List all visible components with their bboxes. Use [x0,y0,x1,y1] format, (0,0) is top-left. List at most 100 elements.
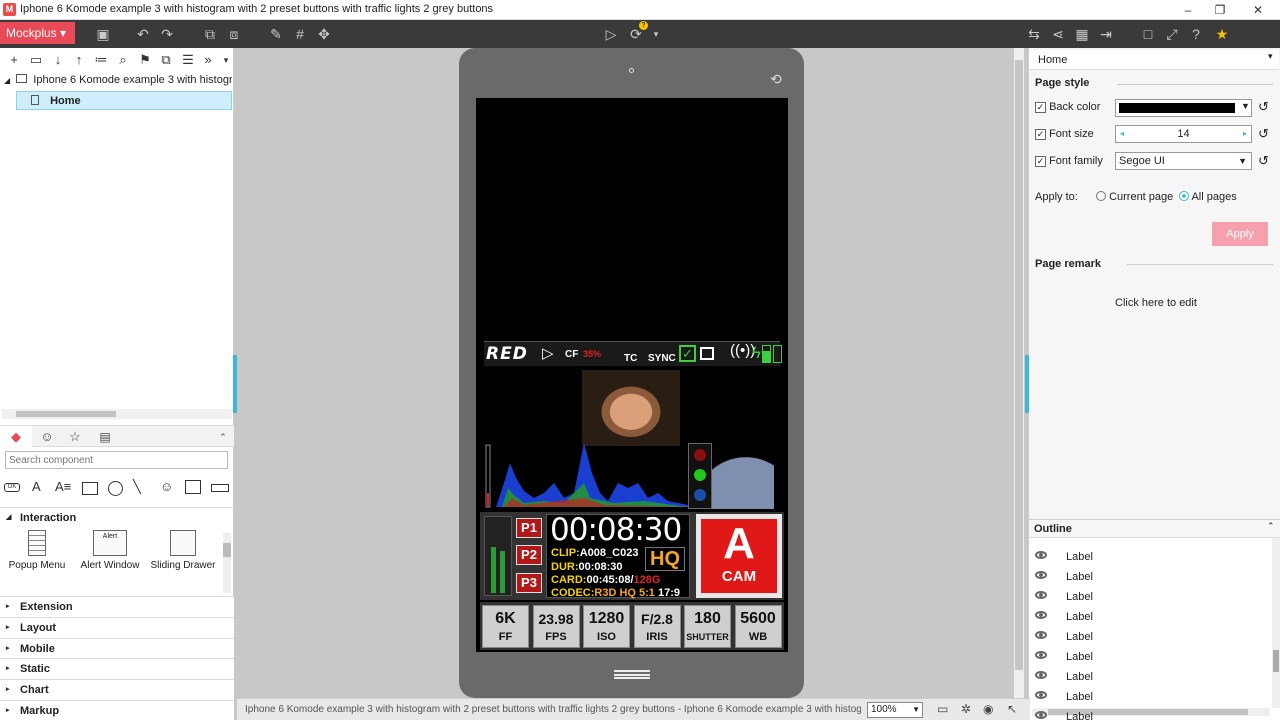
tab-favorites-icon[interactable]: ☆ [64,426,86,448]
undo-icon[interactable]: ↶ [133,24,153,44]
collapse-icon[interactable]: ▾ [1268,51,1273,62]
close-icon[interactable]: ✕ [1250,2,1266,18]
play-icon[interactable]: ▷ [601,24,621,44]
pin-icon[interactable]: ✥ [314,24,334,44]
param-button-iso[interactable]: 1280 ISO [583,605,630,648]
visibility-eye-icon[interactable] [1035,691,1047,699]
copy-icon[interactable]: ⧉ [157,51,175,69]
decrease-icon[interactable]: ◂ [1120,126,1124,142]
components-scrollbar[interactable] [223,533,231,593]
export-icon[interactable]: ⇥ [1096,24,1116,44]
font-size-checkbox[interactable]: ✓ [1035,129,1046,140]
category-extension[interactable]: ▸ Extension [0,596,234,617]
visibility-eye-icon[interactable] [1035,591,1047,599]
tree-project[interactable]: ◢ Iphone 6 Komode example 3 with histogr… [4,71,232,90]
category-markup[interactable]: ▸ Markup [0,700,234,720]
tree-page-home[interactable]: Home [16,91,232,110]
component-alert-window[interactable]: Alert Alert Window [75,530,145,571]
brush-icon[interactable]: ✎ [266,24,286,44]
rectangle-shape-icon[interactable] [82,482,98,495]
outline-row[interactable]: Label [1030,687,1270,707]
device-icon[interactable]: ▭ [937,702,948,716]
back-color-row[interactable]: ✓ Back color [1035,101,1100,113]
ungroup-icon[interactable]: ⧈ [224,24,244,44]
collapse-up-icon[interactable]: ⌃ [1267,521,1275,532]
grid-icon[interactable]: # [290,24,310,44]
page-name-field[interactable]: Home [1029,50,1279,70]
hierarchy-icon[interactable]: ≔ [92,51,110,69]
swap-icon[interactable]: ⇆ [1024,24,1044,44]
reset-icon[interactable]: ↺ [1258,99,1269,115]
paragraph-shape-icon[interactable]: A≡ [55,479,71,494]
category-mobile[interactable]: ▸ Mobile [0,638,234,659]
outline-scrollbar[interactable] [1272,538,1280,708]
group-icon[interactable]: ⧉ [200,24,220,44]
increase-icon[interactable]: ▸ [1243,126,1247,142]
visibility-eye-icon[interactable] [1035,551,1047,559]
save-icon[interactable]: ▣ [93,24,113,44]
search-icon[interactable]: ⌕ [114,51,132,69]
component-sliding-drawer[interactable]: Sliding Drawer [148,530,218,571]
collapse-up-icon[interactable]: ⌃ [214,426,232,448]
collapse-icon[interactable]: ▾ [217,51,235,69]
component-popup-menu[interactable]: Popup Menu [2,530,72,571]
category-chart[interactable]: ▸ Chart [0,679,234,700]
share-icon[interactable]: ⋖ [1048,24,1068,44]
visibility-eye-icon[interactable] [1035,571,1047,579]
reset-icon[interactable]: ↺ [1258,153,1269,169]
all-pages-radio[interactable]: All pages [1179,191,1237,203]
apply-button[interactable]: Apply [1212,222,1268,246]
current-page-radio[interactable]: Current page [1096,191,1173,203]
tab-components-icon[interactable]: ◆ [0,426,32,448]
group-interaction[interactable]: ◢ Interaction [0,507,234,527]
flag-icon[interactable]: ⚑ [136,51,154,69]
reset-icon[interactable]: ↺ [1258,126,1269,142]
outline-row[interactable]: Label [1030,607,1270,627]
add-icon[interactable]: + [5,51,23,69]
eye-icon[interactable]: ◉ [983,702,993,716]
tab-emoji-icon[interactable]: ☺ [36,426,58,448]
preset-p2-button[interactable]: P2 [516,545,542,565]
param-button-shutter[interactable]: 180 SHUTTER [684,605,731,648]
outline-row[interactable]: Label [1030,547,1270,567]
cam-a-button[interactable]: A CAM [696,514,782,598]
chevron-down-icon[interactable]: ▼ [1241,101,1250,111]
back-color-checkbox[interactable]: ✓ [1035,102,1046,113]
font-size-stepper[interactable]: ◂ 14 ▸ [1115,125,1252,143]
outline-row[interactable]: Label [1030,667,1270,687]
font-size-row[interactable]: ✓ Font size [1035,128,1094,140]
fullscreen-icon[interactable]: ⤢ [1162,24,1182,44]
visibility-eye-icon[interactable] [1035,611,1047,619]
input-shape-icon[interactable] [211,484,229,492]
outline-row[interactable]: Label [1030,587,1270,607]
back-color-picker[interactable] [1115,99,1252,117]
redo-icon[interactable]: ↷ [157,24,177,44]
qr-icon[interactable]: ▦ [1072,24,1092,44]
param-button-fps[interactable]: 23.98 FPS [532,605,580,648]
help-icon[interactable]: ? [1186,24,1206,44]
badge-icon[interactable]: ★ [1212,24,1232,44]
param-button-iris[interactable]: F/2.8 IRIS [633,605,681,648]
more-icon[interactable]: » [199,51,217,69]
preset-p1-button[interactable]: P1 [516,518,542,538]
category-layout[interactable]: ▸ Layout [0,617,234,638]
face-shape-icon[interactable]: ☺ [160,479,173,494]
rotate-icon[interactable]: ⟲ [770,71,782,88]
move-up-icon[interactable]: ↑ [70,51,88,69]
visibility-eye-icon[interactable] [1035,711,1047,719]
page-remark-edit[interactable]: Click here to edit [1115,297,1197,309]
outline-row[interactable]: Label [1030,627,1270,647]
mockplus-menu-button[interactable]: Mockplus ▾ [0,22,75,44]
right-splitter-handle[interactable] [1025,355,1029,413]
visibility-eye-icon[interactable] [1035,671,1047,679]
font-family-row[interactable]: ✓ Font family [1035,155,1103,167]
font-family-checkbox[interactable]: ✓ [1035,156,1046,167]
circle-shape-icon[interactable] [108,481,123,496]
outline-row[interactable]: Label [1030,707,1270,720]
list-icon[interactable]: ☰ [179,51,197,69]
cursor-icon[interactable]: ↖ [1007,702,1017,716]
chevron-down-icon[interactable]: ▾ [646,24,666,44]
restore-icon[interactable]: ❐ [1212,2,1228,18]
canvas-vertical-scrollbar[interactable] [1014,48,1024,698]
font-family-select[interactable]: Segoe UI ▼ [1115,152,1252,170]
